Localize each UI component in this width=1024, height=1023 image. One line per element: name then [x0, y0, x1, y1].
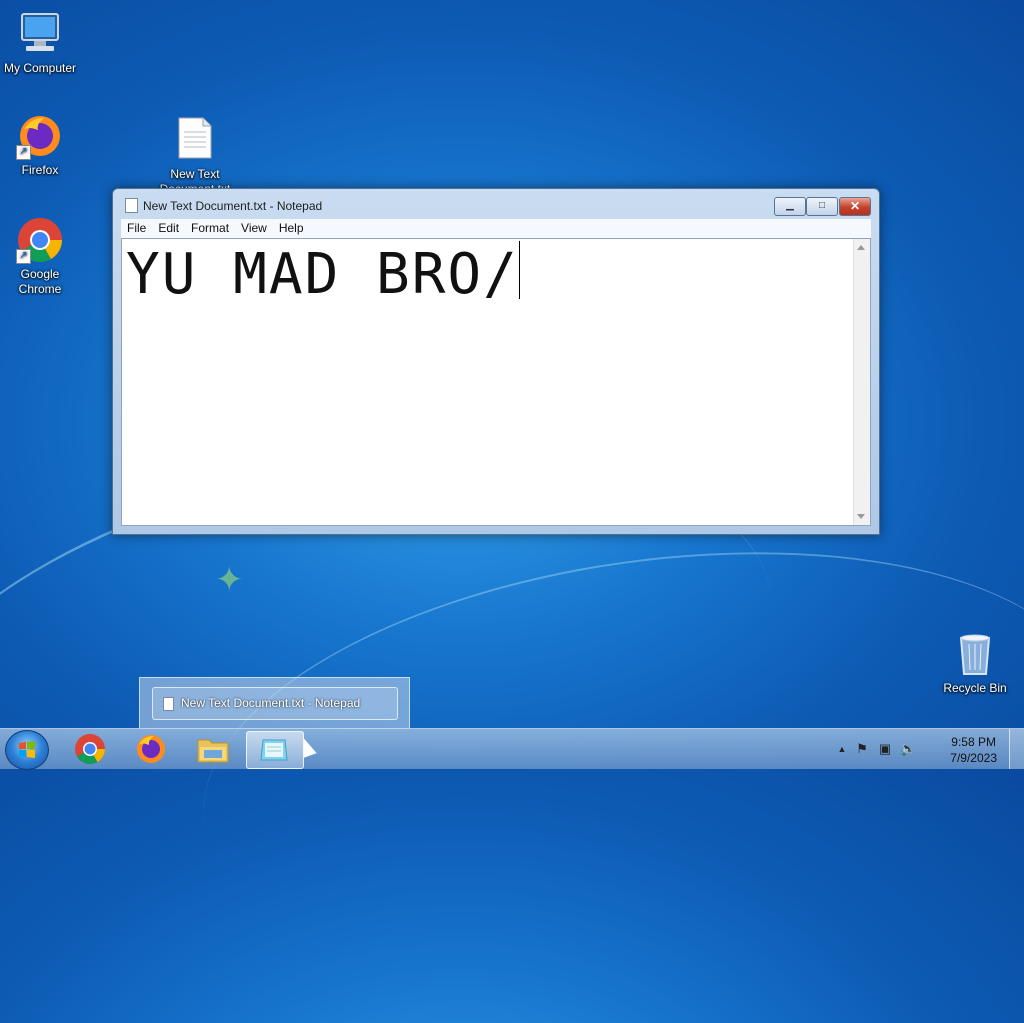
folder-icon: [197, 739, 229, 763]
shortcut-arrow-icon: ↗: [16, 249, 31, 264]
notepad-icon: [163, 697, 174, 711]
clock-time: 9:58 PM: [951, 735, 996, 749]
desktop-icon-label: Google Chrome: [18, 267, 62, 296]
firefox-icon: [137, 735, 165, 763]
taskbar-chrome-button[interactable]: [62, 731, 118, 767]
wallpaper-logo: ✦: [215, 561, 244, 599]
desktop-icon-chrome[interactable]: ↗ Google Chrome: [0, 216, 80, 297]
window-title: New Text Document.txt - Notepad: [143, 199, 323, 213]
notepad-window[interactable]: New Text Document.txt - Notepad ▁ □ ✕ Fi…: [112, 188, 880, 535]
text-caret: [518, 241, 520, 299]
text-editor[interactable]: YU MAD BRO/: [121, 238, 871, 526]
menu-bar: File Edit Format View Help: [121, 219, 871, 238]
close-button[interactable]: ✕: [839, 197, 871, 216]
scroll-down-icon[interactable]: [857, 514, 865, 519]
taskbar-explorer-button[interactable]: [185, 731, 241, 767]
text-file-icon: [177, 116, 213, 164]
windows-logo-icon: [19, 741, 35, 758]
desktop-icon-label: Firefox: [21, 163, 59, 177]
menu-edit[interactable]: Edit: [152, 219, 185, 235]
title-bar[interactable]: New Text Document.txt - Notepad ▁ □ ✕: [113, 189, 879, 219]
thumbnail-title: New Text Document.txt - Notepad: [181, 696, 361, 710]
show-desktop-button[interactable]: [1009, 729, 1024, 769]
chrome-icon: [75, 734, 105, 765]
desktop-icon-label: Recycle Bin: [943, 681, 1007, 695]
recycle-bin-icon: [951, 630, 999, 678]
taskbar: ▲ ⚑ ▣ 🔈 9:58 PM 7/9/2023: [0, 728, 1024, 770]
clock-date: 7/9/2023: [950, 751, 997, 765]
desktop-icon-text-document[interactable]: New Text Document.txt: [155, 116, 235, 197]
taskbar-notepad-button[interactable]: [246, 731, 304, 769]
clock[interactable]: 9:58 PM 7/9/2023: [950, 734, 997, 766]
firefox-icon: ↗: [16, 112, 64, 160]
notepad-icon: [125, 198, 138, 213]
volume-muted-icon[interactable]: 🔈: [900, 741, 916, 757]
thumbnail-item[interactable]: New Text Document.txt - Notepad: [152, 687, 398, 720]
action-center-flag-icon[interactable]: ⚑: [854, 741, 870, 757]
desktop-icon-firefox[interactable]: ↗ Firefox: [0, 112, 80, 178]
shortcut-arrow-icon: ↗: [16, 145, 31, 160]
chrome-icon: ↗: [16, 216, 64, 264]
minimize-button[interactable]: ▁: [774, 197, 806, 216]
desktop-icon-recycle-bin[interactable]: Recycle Bin: [935, 630, 1015, 696]
editor-content: YU MAD BRO/: [126, 242, 519, 307]
notepad-icon: [260, 739, 288, 761]
show-hidden-icons-icon[interactable]: ▲: [834, 741, 850, 757]
desktop-icon-my-computer[interactable]: My Computer: [0, 10, 80, 76]
taskbar-firefox-button[interactable]: [123, 731, 179, 767]
computer-icon: [16, 10, 64, 58]
start-button[interactable]: [5, 730, 49, 770]
menu-format[interactable]: Format: [185, 219, 235, 235]
taskbar-thumbnail-popup: New Text Document.txt - Notepad: [139, 677, 410, 729]
vertical-scrollbar[interactable]: [853, 239, 870, 525]
scroll-up-icon[interactable]: [857, 245, 865, 250]
menu-view[interactable]: View: [235, 219, 273, 235]
system-tray: ▲ ⚑ ▣ 🔈 9:58 PM 7/9/2023: [834, 729, 1024, 769]
menu-file[interactable]: File: [121, 219, 152, 235]
desktop-icon-label: My Computer: [3, 61, 77, 75]
menu-help[interactable]: Help: [273, 219, 310, 235]
network-icon[interactable]: ▣: [877, 741, 893, 757]
maximize-button[interactable]: □: [806, 197, 838, 216]
